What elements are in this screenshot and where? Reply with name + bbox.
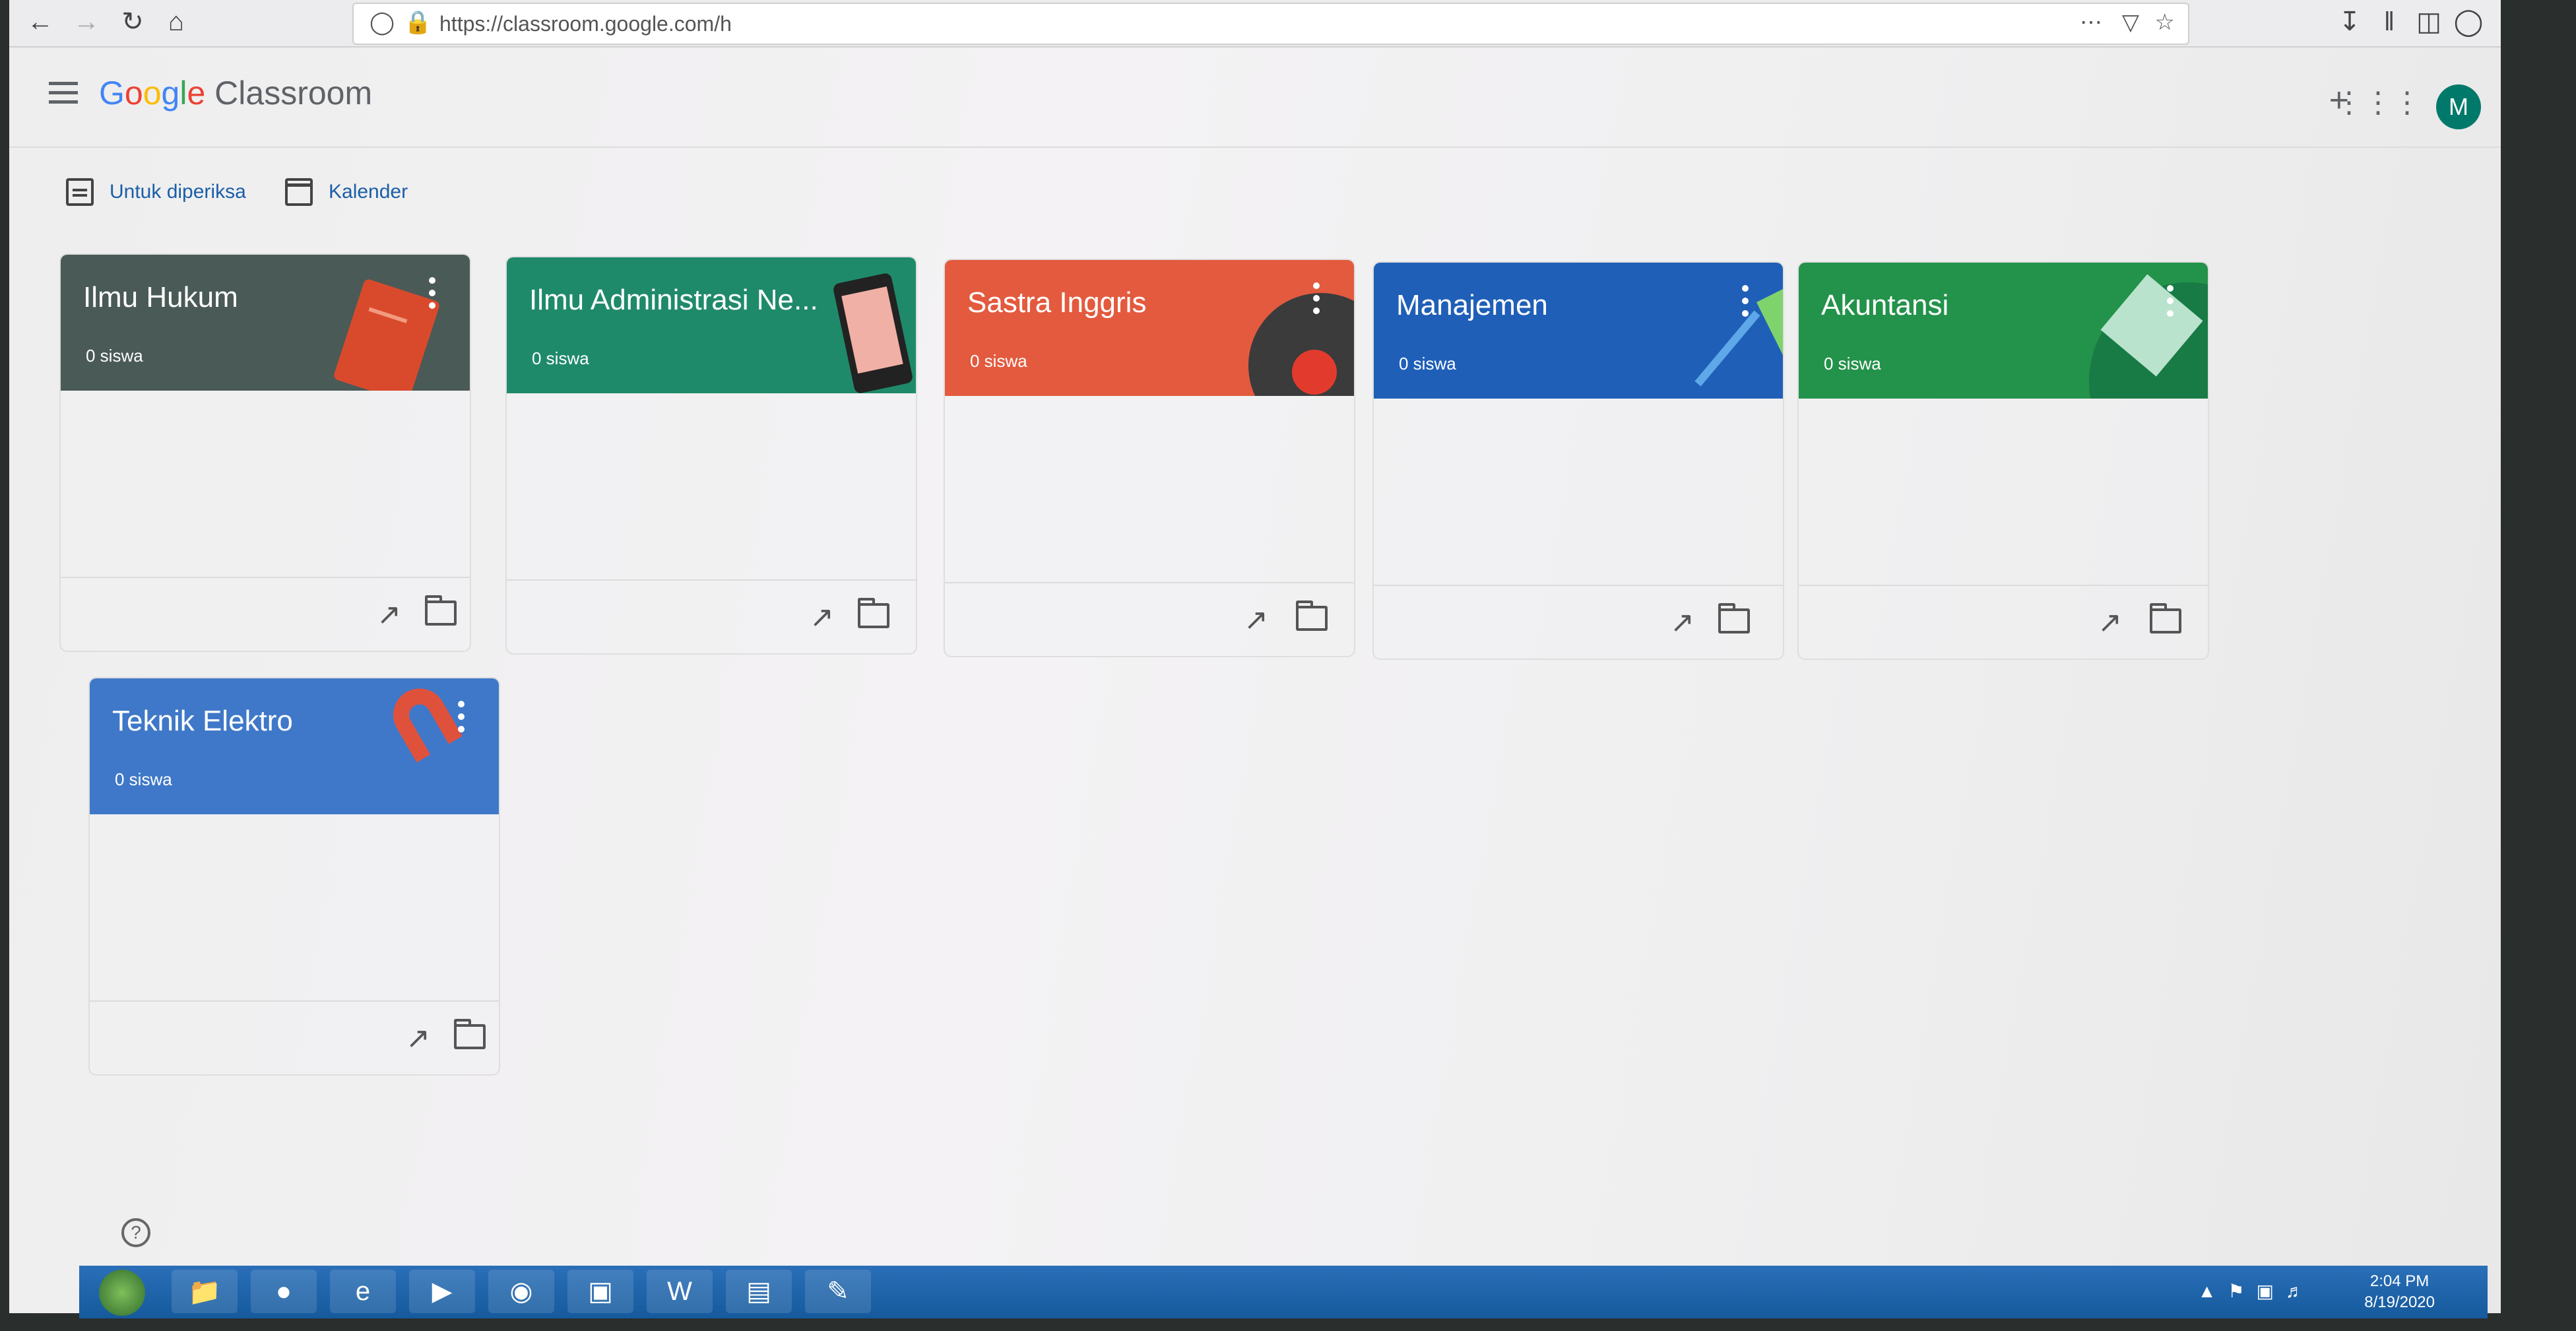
folder-icon[interactable]: [858, 598, 889, 628]
class-card-footer: ↗: [61, 577, 470, 651]
to-review-link[interactable]: Untuk diperiksa: [66, 178, 246, 206]
ie-icon[interactable]: e: [330, 1270, 396, 1313]
pocket-icon[interactable]: ▽: [2122, 9, 2139, 36]
trending-up-icon[interactable]: ↗: [1670, 606, 1694, 639]
tray-icon: [66, 178, 94, 206]
apps-grid-icon[interactable]: ⋮⋮⋮: [2334, 86, 2422, 119]
help-icon[interactable]: ?: [121, 1218, 150, 1247]
class-card[interactable]: Teknik Elektro 0 siswa ↗: [88, 677, 500, 1076]
record-illustration: [1248, 293, 1354, 396]
class-card-header[interactable]: Ilmu Administrasi Ne... 0 siswa: [507, 257, 916, 393]
address-bar[interactable]: ◯ 🔒 https://classroom.google.com/h ⋯ ▽ ☆: [352, 3, 2189, 45]
screen: ← → ↻ ⌂ ◯ 🔒 https://classroom.google.com…: [9, 0, 2501, 1313]
folder-icon[interactable]: [2150, 603, 2181, 633]
lock-icon: 🔒: [404, 10, 432, 35]
class-card-header[interactable]: Ilmu Hukum 0 siswa: [61, 255, 470, 391]
product-name: Classroom: [214, 75, 373, 112]
media-player-icon[interactable]: ▶: [409, 1270, 475, 1313]
folder-icon[interactable]: [1718, 603, 1750, 633]
class-card-footer: ↗: [90, 1000, 499, 1074]
more-icon[interactable]: ⋯: [2080, 9, 2102, 36]
folder-icon[interactable]: [425, 595, 457, 626]
pencil-illustration: [1694, 289, 1783, 387]
trending-up-icon[interactable]: ↗: [810, 601, 834, 634]
reload-icon[interactable]: ↻: [115, 4, 150, 40]
shield-icon: ◯: [370, 10, 395, 35]
explorer-icon[interactable]: 📁: [172, 1270, 238, 1313]
phone-illustration: [833, 273, 913, 393]
more-vert-icon[interactable]: [2166, 285, 2175, 317]
file-manager-icon[interactable]: ▤: [726, 1270, 792, 1313]
trending-up-icon[interactable]: ↗: [2098, 606, 2122, 639]
browser-toolbar: ← → ↻ ⌂ ◯ 🔒 https://classroom.google.com…: [9, 0, 2501, 48]
folder-icon[interactable]: [454, 1019, 486, 1049]
folder-icon[interactable]: [1296, 601, 1328, 631]
class-card-footer: ↗: [1374, 585, 1783, 659]
url-text[interactable]: https://classroom.google.com/h: [439, 12, 732, 36]
word-icon[interactable]: W: [647, 1270, 713, 1313]
more-vert-icon[interactable]: [428, 277, 437, 309]
star-icon[interactable]: ☆: [2155, 9, 2175, 36]
network-app-icon[interactable]: ▣: [567, 1270, 633, 1313]
main-menu-icon[interactable]: [49, 82, 78, 104]
system-tray[interactable]: ▲⚑▣♬: [2198, 1280, 2316, 1302]
class-card[interactable]: Ilmu Administrasi Ne... 0 siswa ↗: [505, 256, 917, 655]
forward-icon[interactable]: →: [69, 4, 104, 40]
chrome-icon[interactable]: ●: [251, 1270, 317, 1313]
app-header: Google Classroom + ⋮⋮⋮ M: [9, 48, 2501, 148]
clock-date: 8/19/2020: [2364, 1293, 2435, 1311]
paper-illustration: [2089, 274, 2208, 399]
class-card-header[interactable]: Teknik Elektro 0 siswa: [90, 678, 499, 814]
class-card[interactable]: Sastra Inggris 0 siswa ↗: [944, 259, 1355, 657]
sidebar-icon[interactable]: ◫: [2411, 4, 2447, 40]
class-card-header[interactable]: Manajemen 0 siswa: [1374, 263, 1783, 399]
class-card-footer: ↗: [945, 582, 1354, 656]
class-card-footer: ↗: [507, 579, 916, 653]
account-icon[interactable]: ◯: [2451, 4, 2486, 40]
taskbar: 📁 ● e ▶ ◉ ▣ W ▤ ✎ ▲⚑▣♬ 2:04 PM 8/19/2020: [79, 1266, 2488, 1318]
class-card[interactable]: Akuntansi 0 siswa ↗: [1797, 261, 2209, 660]
start-button[interactable]: [99, 1270, 145, 1316]
trending-up-icon[interactable]: ↗: [406, 1022, 430, 1055]
google-classroom-logo[interactable]: Google Classroom: [99, 74, 372, 112]
more-vert-icon[interactable]: [457, 701, 466, 732]
magnet-illustration: [393, 688, 463, 763]
trending-up-icon[interactable]: ↗: [1244, 603, 1268, 637]
more-vert-icon[interactable]: [1312, 282, 1321, 314]
class-card[interactable]: Ilmu Hukum 0 siswa ↗: [59, 253, 471, 652]
class-card-header[interactable]: Akuntansi 0 siswa: [1799, 263, 2208, 399]
back-icon[interactable]: ←: [22, 4, 58, 40]
trending-up-icon[interactable]: ↗: [377, 598, 401, 632]
class-card[interactable]: Manajemen 0 siswa ↗: [1372, 261, 1784, 660]
clock[interactable]: 2:04 PM 8/19/2020: [2364, 1271, 2435, 1313]
app-icon[interactable]: ✎: [805, 1270, 871, 1313]
avatar[interactable]: M: [2436, 84, 2481, 129]
calendar-icon: [285, 178, 313, 206]
class-card-header[interactable]: Sastra Inggris 0 siswa: [945, 260, 1354, 396]
home-icon[interactable]: ⌂: [158, 4, 194, 40]
class-card-footer: ↗: [1799, 585, 2208, 659]
clock-time: 2:04 PM: [2369, 1272, 2430, 1290]
calendar-link[interactable]: Kalender: [285, 178, 408, 206]
more-vert-icon[interactable]: [1741, 285, 1750, 317]
firefox-icon[interactable]: ◉: [488, 1270, 554, 1313]
download-icon[interactable]: ↧: [2332, 4, 2367, 40]
library-icon[interactable]: ‖: [2371, 4, 2407, 40]
